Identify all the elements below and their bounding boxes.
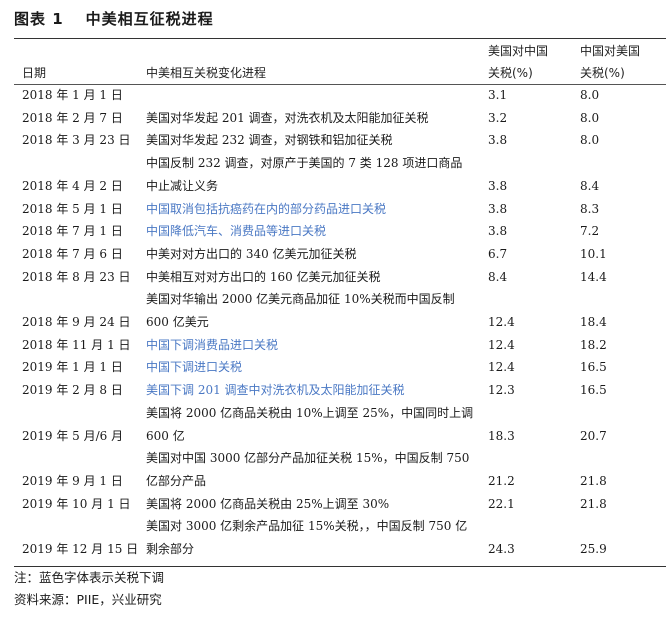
row-date: 2018 年 7 月 6 日 [22,246,123,261]
header-date: 日期 [22,66,47,80]
row-cn-tariff: 18.4 [580,315,607,329]
row-us-tariff: 21.2 [488,473,515,488]
table-bottom-rule [14,566,666,567]
row-date: 2019 年 5 月/6 月 [22,428,124,443]
row-description: 中美对对方出口的 340 亿美元加征关税 [146,246,357,261]
row-date: 2018 年 4 月 2 日 [22,178,123,193]
row-description-line: 美国对中国 3000 亿部分产品加征关税 15%，中国反制 750 [146,451,470,466]
row-date: 2018 年 9 月 24 日 [22,315,131,329]
row-us-tariff: 18.3 [488,428,515,443]
row-description-line: 剩余部分 [146,542,195,556]
row-date: 2018 年 1 月 1 日 [22,88,123,102]
row-description: 美国将 2000 亿商品关税由 25%上调至 30% [146,496,390,511]
row-us-tariff: 3.2 [488,110,508,125]
row-us-tariff: 12.3 [488,383,515,398]
row-description: 美国对华发起 201 调查，对洗衣机及太阳能加征关税 [146,110,429,125]
header-us-tariff-line1: 美国对中国 [488,44,549,58]
row-us-tariff: 3.8 [488,133,508,148]
header-cn-tariff-line1: 中国对美国 [580,44,641,58]
row-cn-tariff: 16.5 [580,360,607,375]
figure-caption: 中美相互征税进程 [85,10,214,28]
row-description-line: 600 亿 [146,428,185,443]
row-cn-tariff: 8.3 [580,201,600,216]
row-date: 2019 年 10 月 1 日 [22,496,131,511]
row-cn-tariff: 20.7 [580,428,607,443]
row-date: 2019 年 2 月 8 日 [22,383,123,398]
row-cn-tariff: 8.0 [580,110,600,125]
table-source: 资料来源：PIIE，兴业研究 [14,592,162,607]
row-date: 2019 年 12 月 15 日 [22,542,139,556]
figure-title: 图表 1 中美相互征税进程 [14,8,214,29]
row-cn-tariff: 10.1 [580,246,607,261]
row-cn-tariff: 16.5 [580,383,607,398]
row-description-line: 中止减让义务 [146,178,219,193]
row-cn-tariff: 21.8 [580,496,607,511]
row-us-tariff: 6.7 [488,246,508,261]
header-us-tariff-line2: 关税(%) [488,66,533,80]
row-us-tariff: 8.4 [488,269,508,284]
row-us-tariff: 3.8 [488,178,508,193]
row-date: 2018 年 7 月 1 日 [22,224,123,239]
row-cn-tariff: 8.4 [580,178,600,193]
row-us-tariff: 3.8 [488,201,508,216]
header-cn-tariff-line2: 关税(%) [580,66,625,80]
row-description: 中国下调消费品进口关税 [146,337,279,352]
row-cn-tariff: 14.4 [580,269,607,284]
row-cn-tariff: 25.9 [580,542,607,556]
row-date: 2019 年 9 月 1 日 [22,473,123,488]
table-note: 注：蓝色字体表示关税下调 [14,570,165,585]
row-cn-tariff: 18.2 [580,337,607,352]
row-us-tariff: 3.8 [488,224,508,239]
row-us-tariff: 24.3 [488,542,515,556]
row-description: 美国对华发起 232 调查，对钢铁和铝加征关税 [146,133,393,148]
row-date: 2018 年 2 月 7 日 [22,110,123,125]
row-cn-tariff: 7.2 [580,224,600,239]
row-cn-tariff: 8.0 [580,133,600,148]
figure-number: 图表 1 [14,10,64,28]
row-description-line: 亿部分产品 [146,473,207,488]
row-date: 2019 年 1 月 1 日 [22,360,123,375]
row-description: 中国取消包括抗癌药在内的部分药品进口关税 [146,201,387,216]
header-desc: 中美相互关税变化进程 [146,66,267,80]
row-us-tariff: 12.4 [488,360,515,375]
row-description: 中国降低汽车、消费品等进口关税 [146,224,327,239]
row-description: 中美相互对对方出口的 160 亿美元加征关税 [146,269,381,284]
row-description-line: 中国反制 232 调查，对原产于美国的 7 类 128 项进口商品 [146,156,463,171]
row-description: 中国下调进口关税 [146,360,243,375]
row-date: 2018 年 8 月 23 日 [22,269,131,284]
row-description-line: 美国对 3000 亿剩余产品加征 15%关税，，中国反制 750 亿 [146,519,468,534]
row-description: 美国下调 201 调查中对洗衣机及太阳能加征关税 [146,383,405,398]
row-date: 2018 年 11 月 1 日 [22,337,131,352]
table-header-rule [14,84,666,85]
row-date: 2018 年 5 月 1 日 [22,201,123,216]
row-us-tariff: 12.4 [488,315,515,329]
row-us-tariff: 12.4 [488,337,515,352]
row-description-line: 600 亿美元 [146,315,209,329]
row-description-line: 美国将 2000 亿商品关税由 10%上调至 25%，中国同时上调 [146,405,474,420]
row-description-line: 美国对华输出 2000 亿美元商品加征 10%关税而中国反制 [146,292,455,307]
row-cn-tariff: 8.0 [580,88,600,102]
table-top-rule [14,38,666,39]
row-cn-tariff: 21.8 [580,473,607,488]
row-us-tariff: 3.1 [488,88,508,102]
row-date: 2018 年 3 月 23 日 [22,133,131,148]
row-us-tariff: 22.1 [488,496,515,511]
